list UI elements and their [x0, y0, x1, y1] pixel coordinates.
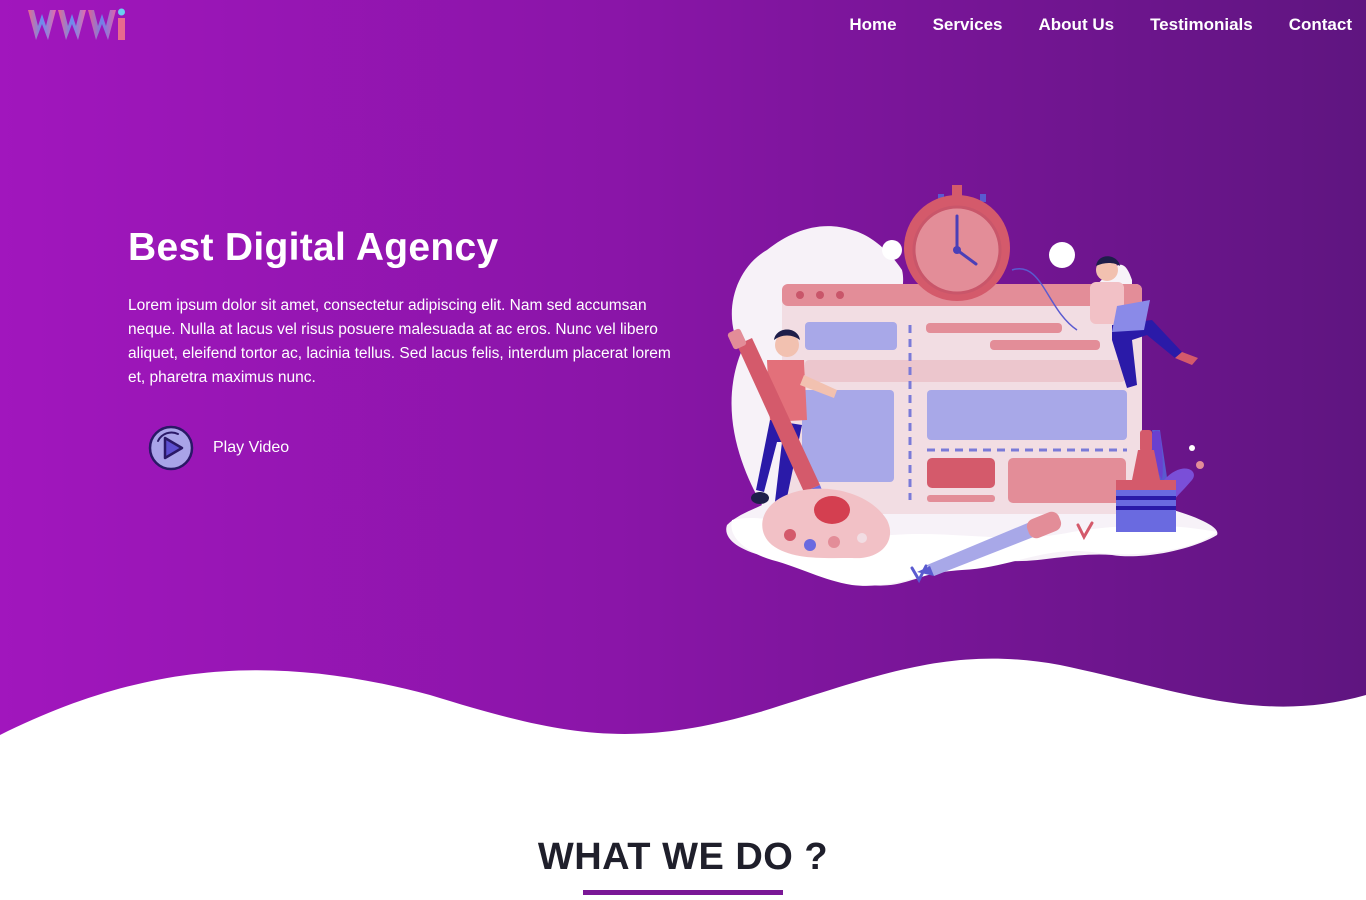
play-video-button[interactable]: Play Video — [148, 425, 289, 471]
page: Home Services About Us Testimonials Cont… — [0, 0, 1366, 900]
section-title-underline — [583, 890, 783, 895]
nav-about-us[interactable]: About Us — [1021, 14, 1133, 36]
nav-contact[interactable]: Contact — [1271, 14, 1352, 36]
nav-home[interactable]: Home — [831, 14, 914, 36]
main-nav: Home Services About Us Testimonials Cont… — [831, 14, 1352, 36]
play-circle-icon[interactable] — [148, 425, 194, 471]
play-video-label: Play Video — [213, 439, 290, 456]
wm-logo-icon[interactable] — [26, 4, 130, 44]
hero-wave — [0, 658, 1366, 770]
nav-testimonials[interactable]: Testimonials — [1132, 14, 1271, 36]
hero-description: Lorem ipsum dolor sit amet, consectetur … — [128, 297, 671, 386]
section-title: WHAT WE DO ? — [537, 836, 829, 878]
digital-agency-illustration-icon — [726, 185, 1218, 586]
hero-title: Best Digital Agency — [128, 226, 499, 269]
nav-services[interactable]: Services — [915, 14, 1021, 36]
